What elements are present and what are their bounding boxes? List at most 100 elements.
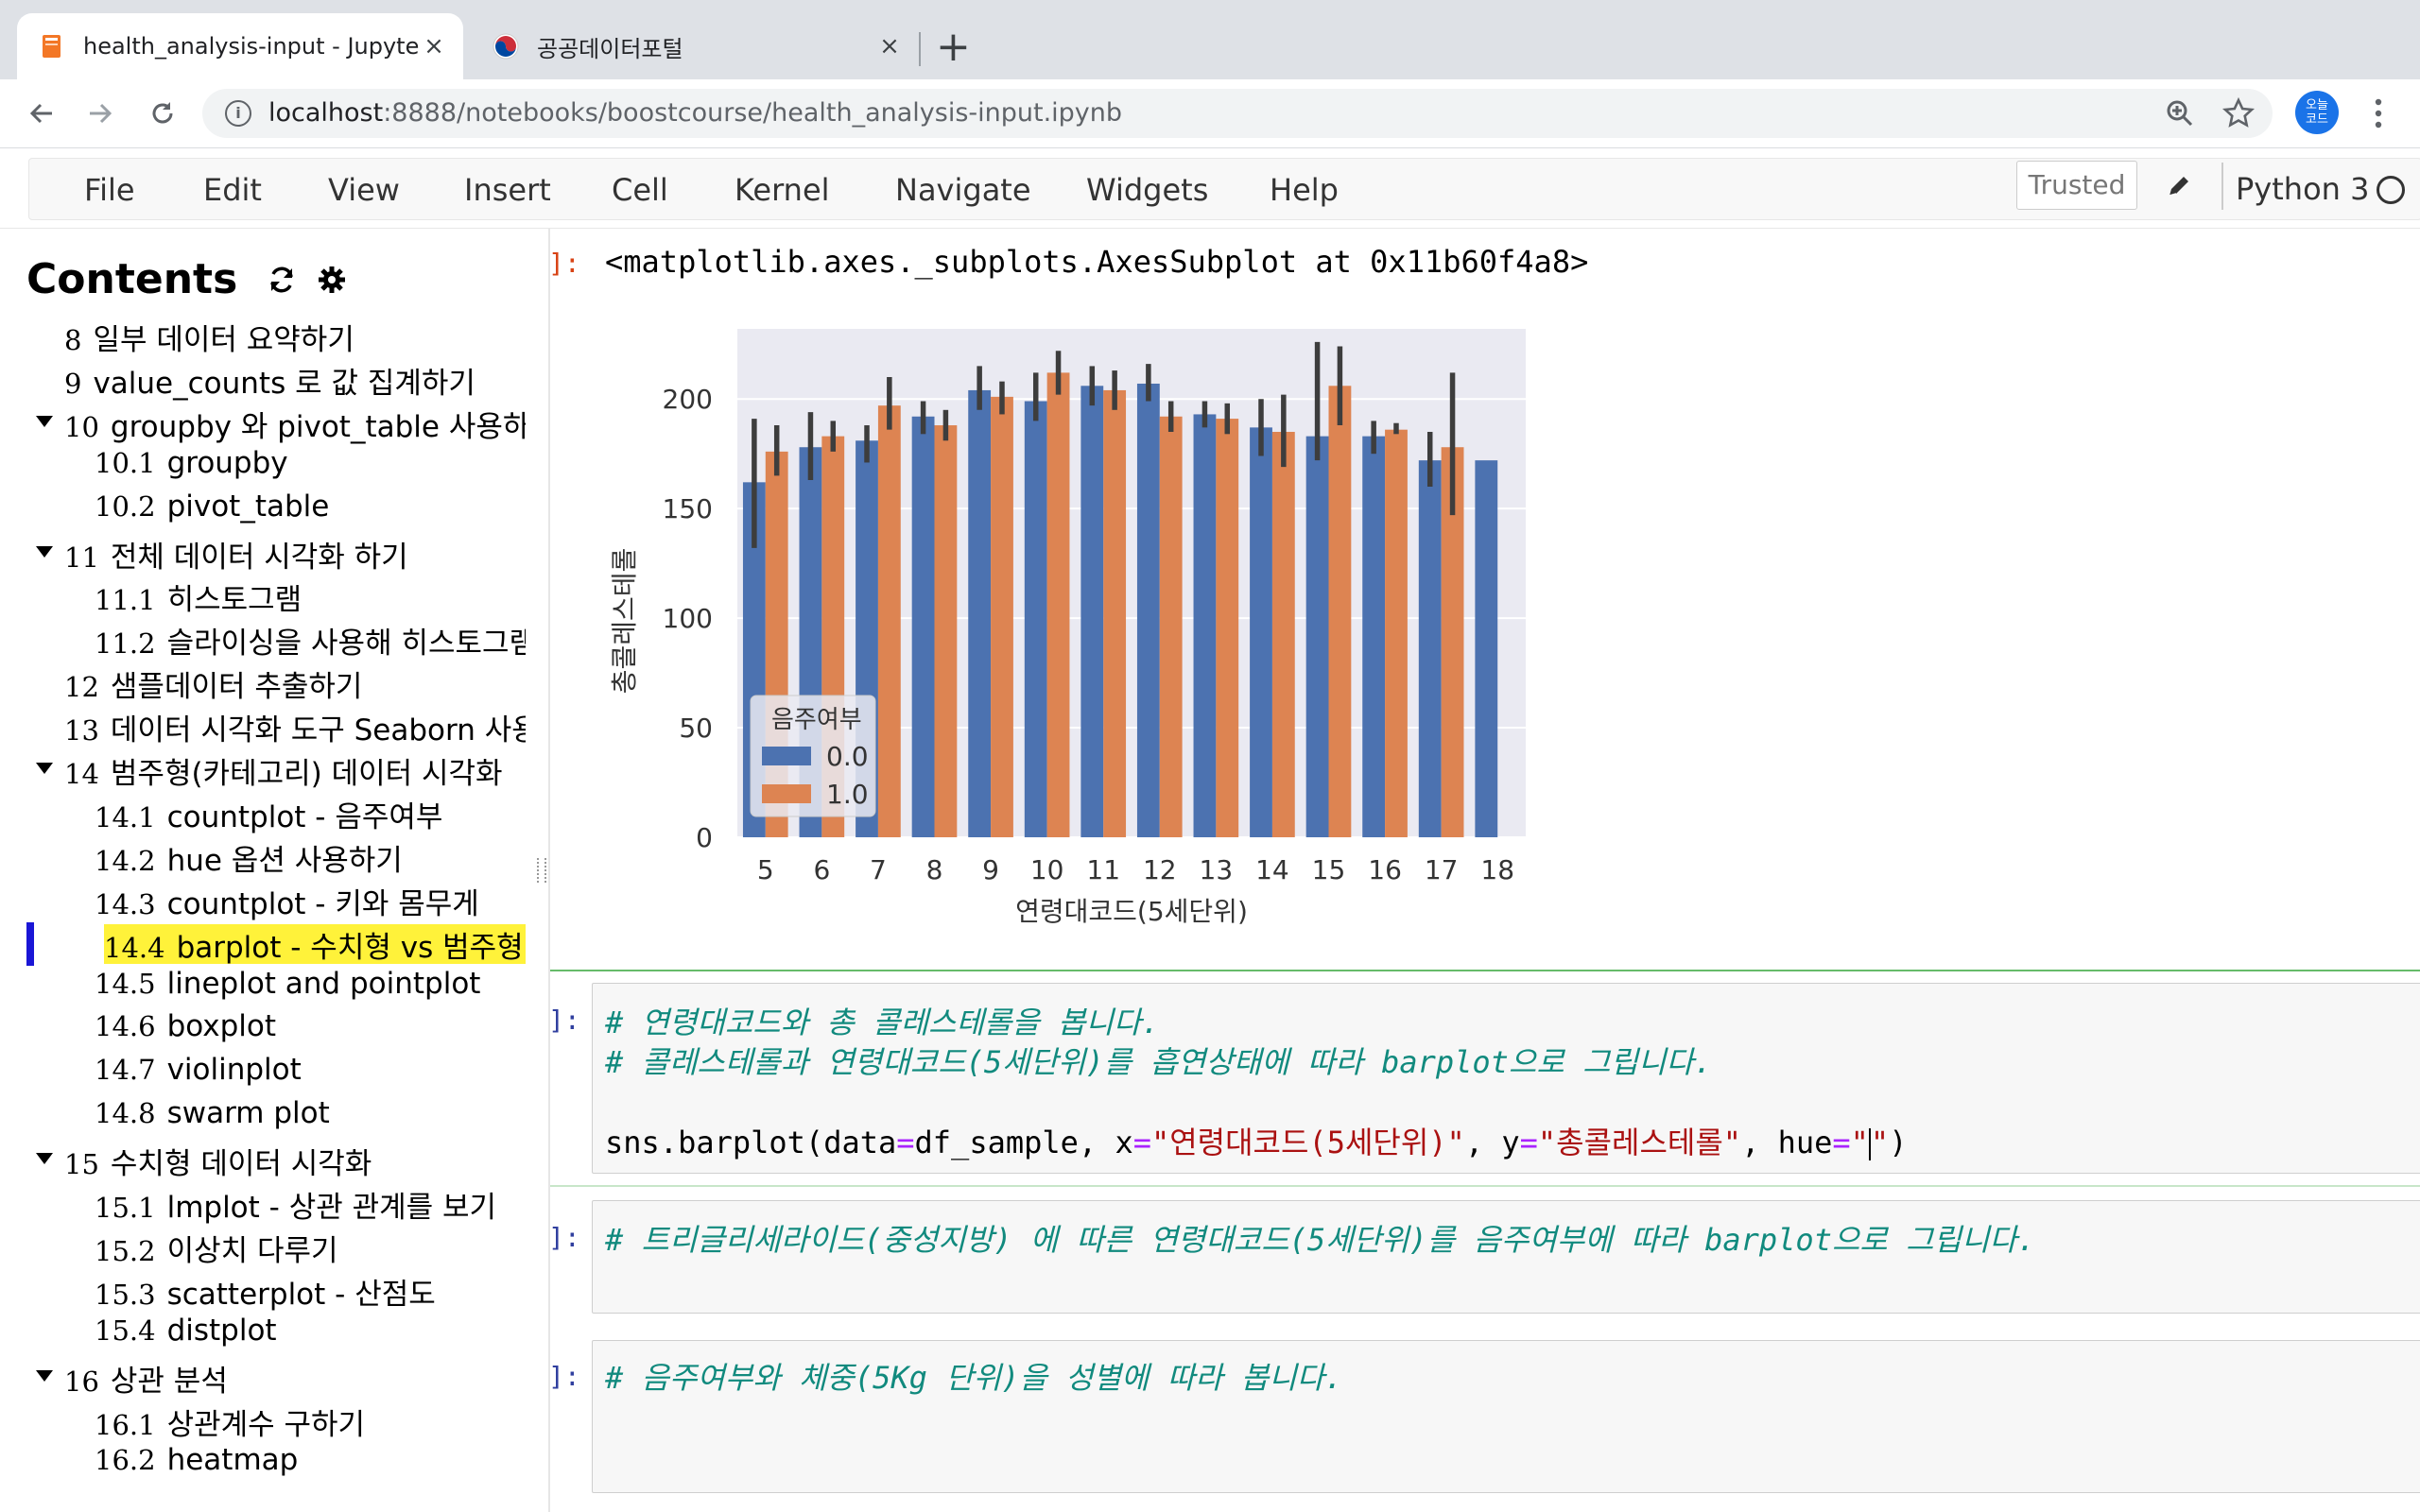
close-icon[interactable]: × [420,32,448,60]
caret-down-icon[interactable] [36,545,53,558]
toc-item[interactable]: 15.3 scatterplot - 산점도 [95,1270,436,1313]
code-token: "총콜레스테롤" [1537,1125,1742,1160]
caret-down-icon[interactable] [36,415,53,427]
code-token: " [1850,1125,1869,1160]
toc-item[interactable]: 14 범주형(카테고리) 데이터 시각화 [64,749,503,792]
caret-down-icon[interactable] [36,1369,53,1382]
toc-item[interactable]: 16 상관 분석 [64,1357,228,1400]
close-icon[interactable]: × [875,32,904,60]
toc-item[interactable]: 16.1 상관계수 구하기 [95,1400,365,1443]
bar [1475,460,1498,837]
toc-item-number: 14.8 [95,1097,156,1130]
y-tick-label: 200 [663,384,713,415]
toc-item[interactable]: 14.8 swarm plot [95,1096,330,1130]
caret-down-icon[interactable] [36,763,53,774]
toc-item-label: value_counts 로 값 집계하기 [93,366,475,401]
toc-item[interactable]: 14.2 hue 옵션 사용하기 [95,836,403,879]
profile-avatar[interactable]: 오늘코드 [2295,91,2339,134]
toc-item[interactable]: 14.7 violinplot [95,1053,302,1087]
toc-item[interactable]: 15.1 lmplot - 상관 관계를 보기 [95,1183,496,1226]
tab-jupyter[interactable]: health_analysis-input - Jupyter × [17,13,463,79]
x-tick-label: 16 [1368,854,1402,885]
toc-item[interactable]: 12 샘플데이터 추출하기 [64,662,362,705]
toc-item-number: 13 [64,714,99,747]
profile-badge-text: 오늘코드 [2306,98,2328,127]
toc-item[interactable]: 15.2 이상치 다루기 [95,1227,338,1269]
bar [1159,416,1183,837]
toc-item[interactable]: 10.2 pivot_table [95,490,329,524]
toc-item[interactable]: 11.1 히스토그램 [95,576,302,618]
tab-data-portal[interactable]: 공공데이터포털 × [471,13,919,79]
star-icon[interactable] [2221,96,2256,134]
reload-icon[interactable] [140,91,185,136]
refresh-icon[interactable] [266,258,298,306]
code-token: , y [1464,1125,1520,1160]
forward-arrow-icon[interactable] [78,91,123,136]
toc-item[interactable]: 14.6 boxplot [95,1009,276,1043]
menu-kernel[interactable]: Kernel [735,172,830,208]
more-menu-icon[interactable] [2369,96,2388,134]
menu-view[interactable]: View [328,172,400,208]
url-path: :8888/notebooks/boostcourse/health_analy… [383,98,1123,128]
toc-item-number: 14.6 [95,1010,156,1043]
toc-item-label: 상관 분석 [110,1364,228,1399]
taegeuk-icon [492,32,520,60]
toc-item[interactable]: 10 groupby 와 pivot_table 사용하기 [64,403,526,445]
y-tick-label: 100 [663,603,713,634]
trusted-indicator[interactable]: Trusted [2016,161,2137,210]
zoom-icon[interactable] [2165,98,2195,132]
toc-item[interactable]: 14.5 lineplot and pointplot [95,967,480,1001]
output-text: <matplotlib.axes._subplots.AxesSubplot a… [605,244,1589,280]
caret-down-icon[interactable] [36,1153,53,1165]
toc-item-number: 10 [64,410,99,443]
menu-help[interactable]: Help [1270,172,1339,208]
toc-item[interactable]: 8 일부 데이터 요약하기 [64,316,354,358]
toc-item[interactable]: 14.4 barplot - 수치형 vs 범주형 데 [104,923,526,966]
y-tick-label: 150 [663,493,713,524]
toc-item[interactable]: 9 value_counts 로 값 집계하기 [64,359,475,402]
back-arrow-icon[interactable] [19,91,64,136]
code-token: = [1832,1125,1851,1160]
x-tick-label: 14 [1255,854,1289,885]
toc-item[interactable]: 10.1 groupby [95,446,288,480]
bar [877,405,901,837]
info-icon[interactable]: i [225,100,251,127]
bar [1362,436,1386,837]
toc-item[interactable]: 14.1 countplot - 음주여부 [95,793,442,835]
toc-item[interactable]: 11.2 슬라이싱을 사용해 히스토그램 [95,619,526,662]
menu-insert[interactable]: Insert [464,172,551,208]
toc-item[interactable]: 13 데이터 시각화 도구 Seaborn 사용 [64,706,526,748]
kernel-name[interactable]: Python 3 [2236,171,2369,207]
toc-item[interactable]: 15 수치형 데이터 시각화 [64,1140,372,1182]
toc-item-number: 16.2 [95,1444,156,1477]
x-tick-label: 7 [870,854,887,885]
menu-cell[interactable]: Cell [612,172,668,208]
code-token: sns.barplot(data [605,1125,897,1160]
address-bar[interactable]: i localhost:8888/notebooks/boostcourse/h… [202,89,2273,138]
x-tick-label: 9 [982,854,999,885]
toc-item-number: 14.4 [104,931,165,964]
gear-icon[interactable] [316,258,348,306]
browser-tab-bar: health_analysis-input - Jupyter × 공공데이터포… [0,0,2420,79]
menu-navigate[interactable]: Navigate [895,172,1031,208]
toc-item[interactable]: 14.3 countplot - 키와 몸무게 [95,880,479,922]
toc-item[interactable]: 15.4 distplot [95,1314,277,1348]
pencil-icon[interactable] [2165,172,2193,208]
toc-item-number: 14.1 [95,800,156,833]
sidebar-resize-handle[interactable] [537,858,546,883]
cell-prompt: ]: [548,1222,580,1253]
menu-widgets[interactable]: Widgets [1086,172,1208,208]
toc-item[interactable]: 16.2 heatmap [95,1443,298,1477]
toc-item-number: 14.7 [95,1054,156,1087]
selected-cell-border [550,970,2420,971]
code-comment: # 콜레스테롤과 연령대코드(5세단위)를 흡연상태에 따라 barplot으로… [605,1044,1713,1080]
toc-item-number: 14 [64,758,99,790]
toc-item-label: groupby [166,445,288,480]
toc-item[interactable]: 11 전체 데이터 시각화 하기 [64,533,408,576]
menu-file[interactable]: File [84,172,135,208]
new-tab-button[interactable]: + [936,21,971,74]
x-tick-label: 8 [926,854,943,885]
barplot-chart: 0 50 100 150 200 5 6 7 8 9 10 11 12 13 14 15 16 17 18 연령대… [605,312,1550,936]
toc-item-label: hue 옵션 사용하기 [166,843,403,878]
menu-edit[interactable]: Edit [203,172,262,208]
